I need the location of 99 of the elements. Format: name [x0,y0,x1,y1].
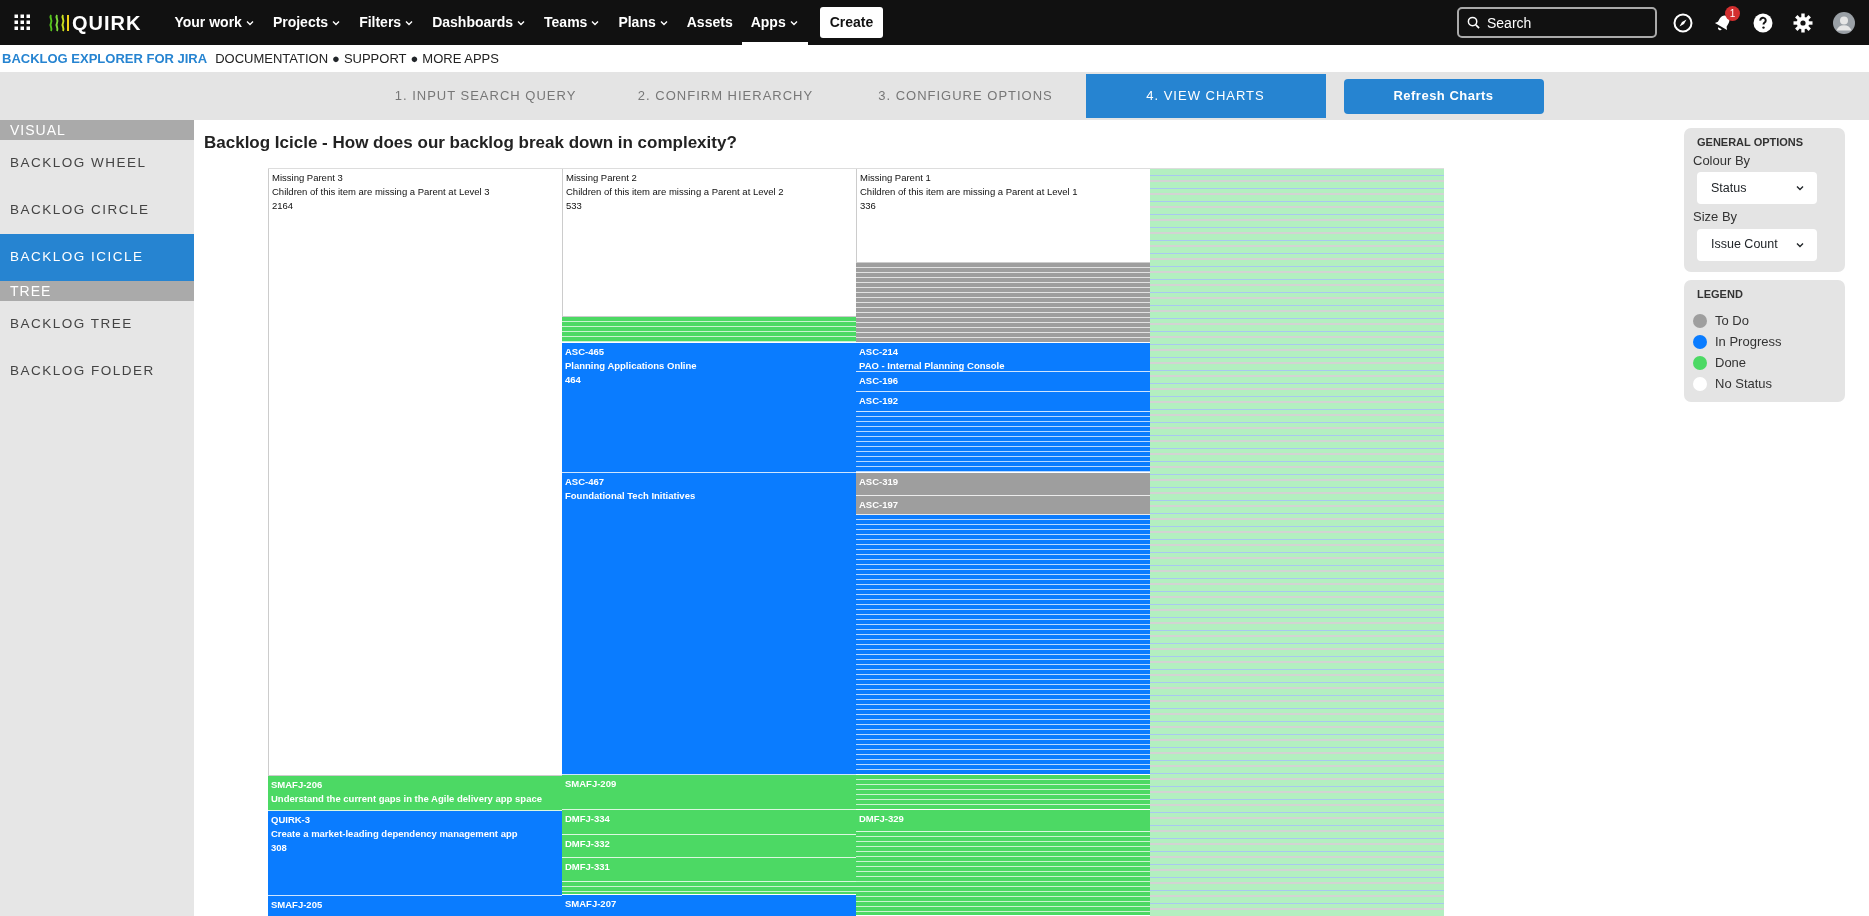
node-label: Planning Applications Online [565,358,698,373]
header-link[interactable]: MORE APPS [422,48,499,69]
node-label: ASC-467 [565,474,606,489]
chart-title: Backlog Icicle - How does our backlog break down in complexity? [204,132,738,154]
step-tab[interactable]: 4. VIEW CHARTS [1085,74,1326,118]
node-label: ASC-192 [859,393,900,408]
icicle-node[interactable]: SMAFJ-207 [562,894,856,916]
node-label: Missing Parent 3 [272,170,344,185]
help-icon[interactable] [1753,12,1773,33]
icicle-stripe-band[interactable] [856,514,1150,775]
node-label: PAO - Internal Planning Console [859,358,1006,371]
icicle-stripe-band[interactable] [856,831,1150,916]
icicle-node[interactable]: ASC-214 PAO - Internal Planning Console [856,342,1150,372]
avatar-icon[interactable] [1833,11,1855,34]
node-label: DMFJ-334 [565,811,611,826]
legend-label: No Status [1715,374,1773,393]
node-label: DMFJ-332 [565,836,611,851]
icicle-stripe-band[interactable] [856,774,1150,810]
node-label: ASC-197 [859,497,900,512]
icicle-node[interactable]: Missing Parent 2 Children of this item are missing a Parent at Level 2 533 [562,168,856,317]
icicle-stripe-band[interactable] [856,262,1150,343]
node-label: Foundational Tech Initiatives [565,488,697,503]
step-tab[interactable]: 3. CONFIGURE OPTIONS [845,74,1086,118]
step-tab[interactable]: 1. INPUT SEARCH QUERY [365,74,606,118]
node-label: DMFJ-329 [859,811,905,826]
step-tab[interactable]: 2. CONFIRM HIERARCHY [605,74,846,118]
node-label: Understand the current gaps in the Agile delivery app space [271,791,543,806]
search-field[interactable]: Search [1457,7,1657,38]
nav-menu-item[interactable]: Filters [350,0,424,45]
icicle-node[interactable]: ASC-192 [856,391,1150,412]
separator-dot: ● [332,49,340,68]
icicle-node[interactable]: Missing Parent 1 Children of this item are missing a Parent at Level 1 336 [856,168,1150,263]
icicle-stripe-band[interactable] [856,411,1150,473]
brand-name: QUIRK [72,10,142,36]
node-label: Missing Parent 2 [566,170,638,185]
panel-heading: GENERAL OPTIONS [1696,135,1805,150]
legend-label: Done [1715,353,1747,372]
node-label: SMAFJ-209 [565,776,618,791]
node-label: QUIRK-3 [271,812,312,827]
sidebar-heading: TREE [0,281,194,301]
node-label: 336 [860,198,877,213]
sidebar-item[interactable]: BACKLOG WHEEL [0,140,194,187]
field-label: Size By [1693,208,1739,226]
chevron-down-icon [1795,183,1805,193]
nav-menu-item[interactable]: Your work [165,0,264,45]
node-label: Missing Parent 1 [860,170,932,185]
icicle-node[interactable]: QUIRK-3 Create a market-leading dependency management app 308 [268,810,562,896]
node-label: Create a market-leading dependency management app [271,826,519,841]
legend-label: To Do [1715,311,1749,330]
node-label: SMAFJ-205 [271,897,324,912]
panel-heading: LEGEND [1696,286,1744,302]
nav-menu-item[interactable]: Dashboards [423,0,536,45]
node-label: Children of this item are missing a Parent at Level 1 [860,184,1079,199]
legend-label: In Progress [1715,332,1782,351]
nav-menu-item[interactable]: Assets [677,0,742,45]
icicle-stripe-band[interactable] [562,316,856,343]
node-label: 533 [566,198,583,213]
node-label: ASC-214 [859,344,900,359]
icicle-node[interactable]: ASC-319 [856,472,1150,496]
node-label: DMFJ-331 [565,859,611,874]
nav-menu-item[interactable]: Teams [535,0,610,45]
nav-menu-item[interactable]: Apps [741,0,808,45]
sidebar-heading: VISUAL [0,120,194,140]
header-link[interactable]: DOCUMENTATION [215,48,329,69]
node-label: Children of this item are missing a Parent at Level 3 [272,184,491,199]
icicle-node[interactable]: ASC-196 [856,371,1150,392]
node-label: 308 [271,840,288,855]
node-label: SMAFJ-206 [271,777,324,792]
separator-dot: ● [410,49,419,68]
sidebar-item[interactable]: BACKLOG ICICLE [0,234,194,281]
nav-menu-item[interactable]: Projects [263,0,351,45]
compass-icon[interactable] [1673,12,1693,33]
icicle-node[interactable]: SMAFJ-205 [268,895,562,916]
app-title-link[interactable]: BACKLOG EXPLORER FOR JIRA [2,48,208,69]
icicle-node[interactable]: ASC-467 Foundational Tech Initiatives [562,472,856,775]
node-label: ASC-465 [565,344,606,359]
dropdown-select[interactable]: Issue Count [1697,228,1817,261]
apps-grid-icon[interactable] [14,13,32,32]
sidebar-item[interactable]: BACKLOG TREE [0,301,194,348]
notification-count: 1 [1725,5,1740,21]
header-link[interactable]: SUPPORT [343,48,407,69]
nav-menu-item[interactable]: Plans [609,0,678,45]
node-label: Children of this item are missing a Parent at Level 2 [566,184,785,199]
node-label: 464 [565,372,582,387]
settings-icon[interactable] [1793,12,1813,33]
sidebar-item[interactable]: BACKLOG CIRCLE [0,187,194,234]
logo-icon [48,13,70,32]
search-icon [1467,16,1480,29]
node-label: 2164 [272,198,295,213]
node-label: SMAFJ-207 [565,896,618,911]
icicle-node[interactable]: Missing Parent 3 Children of this item are missing a Parent at Level 3 2164 [268,168,562,776]
dropdown-select[interactable]: Status [1697,172,1817,204]
node-label: ASC-196 [859,373,900,388]
refresh-charts-button[interactable]: Refresh Charts [1343,78,1544,114]
field-label: Colour By [1693,151,1752,170]
node-label: ASC-319 [859,474,900,489]
sidebar-item[interactable]: BACKLOG FOLDER [0,348,194,395]
create-button[interactable]: Create [819,7,884,38]
icicle-node[interactable]: ASC-465 Planning Applications Online 464 [562,342,856,473]
